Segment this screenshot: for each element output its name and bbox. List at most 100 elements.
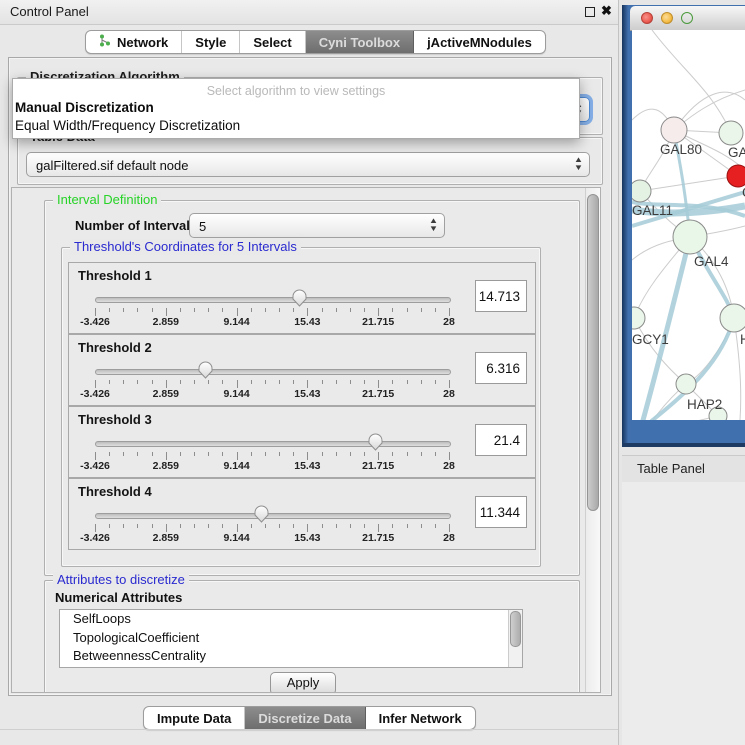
attributes-scroll-thumb[interactable]	[510, 611, 521, 647]
settings-scrollpane: Interval Definition Number of Intervals …	[11, 187, 601, 693]
threshold-value-field[interactable]: 6.316	[475, 352, 527, 384]
tick-label: 15.43	[294, 388, 320, 400]
network-node[interactable]	[632, 180, 651, 202]
attribute-list-item[interactable]: BetweennessCentrality	[60, 647, 522, 666]
tab-select[interactable]: Select	[240, 31, 305, 53]
algorithm-options: Manual DiscretizationEqual Width/Frequen…	[13, 98, 579, 134]
threshold-value-field[interactable]: 21.4	[475, 424, 527, 456]
network-node[interactable]	[719, 121, 743, 145]
tick-label: 21.715	[362, 532, 394, 544]
attributes-group-title: Attributes to discretize	[53, 572, 189, 588]
cyni-toolbox-panel: Discretization Algorithm ▲▼ Table Data g…	[8, 57, 612, 696]
tab-impute-data[interactable]: Impute Data	[144, 707, 245, 729]
network-canvas[interactable]: GAL80GACGAL11GAL4GCY1HHAP2	[632, 30, 745, 420]
network-node[interactable]	[632, 307, 645, 329]
threshold-panel: Threshold 4-3.4262.8599.14415.4321.71528…	[68, 478, 536, 550]
settings-vertical-scrollbar[interactable]	[585, 188, 600, 692]
close-traffic-light[interactable]	[641, 12, 653, 24]
attribute-items: SelfLoopsTopologicalCoefficientBetweenne…	[60, 610, 522, 666]
interval-definition-group: Interval Definition Number of Intervals …	[44, 200, 580, 576]
top-tab-bar: Network Style Select Cyni Toolbox jActiveMNo…	[85, 30, 546, 54]
slider-thumb[interactable]	[367, 433, 384, 451]
network-node[interactable]	[720, 304, 745, 332]
thresholds-group: Threshold's Coordinates for 5 Intervals …	[61, 247, 541, 567]
algorithm-option[interactable]: Manual Discretization	[13, 98, 579, 116]
float-window-icon[interactable]	[585, 7, 595, 17]
minimize-traffic-light[interactable]	[661, 12, 673, 24]
tick-label: 15.43	[294, 316, 320, 328]
settings-scroll-thumb[interactable]	[587, 194, 599, 511]
close-icon[interactable]: ✖	[601, 3, 612, 19]
algorithm-popup-hint: Select algorithm to view settings	[13, 84, 579, 98]
network-node[interactable]	[673, 220, 707, 254]
slider-ticks	[95, 524, 449, 532]
network-node[interactable]	[661, 117, 687, 143]
slider-thumb[interactable]	[253, 505, 270, 523]
network-icon	[99, 34, 111, 50]
slider-track[interactable]	[95, 441, 451, 447]
tab-jactivemnodules[interactable]: jActiveMNodules	[414, 31, 545, 53]
tab-label: jActiveMNodules	[427, 35, 532, 50]
slider-track[interactable]	[95, 513, 451, 519]
network-node-label: GAL4	[694, 254, 729, 269]
algorithm-dropdown-popup: Select algorithm to view settings Manual…	[12, 78, 580, 139]
combo-arrows-icon: ▲▼	[573, 156, 584, 174]
slider-ticks	[95, 380, 449, 388]
tick-label: -3.426	[80, 460, 110, 472]
threshold-label: Threshold 1	[78, 268, 152, 283]
tab-cyni-toolbox[interactable]: Cyni Toolbox	[306, 31, 414, 53]
network-node-label: GAL11	[632, 203, 673, 218]
attribute-list-item[interactable]: TopologicalCoefficient	[60, 629, 522, 648]
slider-tick-labels: -3.4262.8599.14415.4321.71528	[95, 532, 449, 544]
panel-title: Control Panel	[10, 4, 89, 19]
app-root: Control Panel ✖ Network Style Select Cyni T…	[0, 0, 745, 745]
tab-label: Network	[117, 35, 168, 50]
apply-button[interactable]: Apply	[270, 672, 336, 693]
tab-label: Select	[253, 35, 291, 50]
attribute-list-item[interactable]: SelfLoops	[60, 610, 522, 629]
network-window-frame	[622, 5, 628, 447]
network-window-titlebar	[630, 6, 745, 31]
network-node[interactable]	[727, 165, 745, 187]
threshold-value-field[interactable]: 14.713	[475, 280, 527, 312]
tab-label: Infer Network	[379, 711, 462, 726]
attributes-list-scrollbar[interactable]	[508, 610, 522, 667]
slider-thumb[interactable]	[197, 361, 214, 379]
tab-infer-network[interactable]: Infer Network	[366, 707, 475, 729]
tab-network[interactable]: Network	[86, 31, 182, 53]
tick-label: -3.426	[80, 316, 110, 328]
threshold-panel: Threshold 2-3.4262.8599.14415.4321.71528…	[68, 334, 536, 406]
tick-label: 21.715	[362, 388, 394, 400]
threshold-value-field[interactable]: 11.344	[475, 496, 527, 528]
tick-label: 9.144	[223, 388, 249, 400]
network-node[interactable]	[676, 374, 696, 394]
algorithm-option[interactable]: Equal Width/Frequency Discretization	[13, 116, 579, 134]
tab-label: Cyni Toolbox	[319, 35, 400, 50]
table-data-value: galFiltered.sif default node	[36, 158, 188, 173]
slider-tick-labels: -3.4262.8599.14415.4321.71528	[95, 460, 449, 472]
slider-track[interactable]	[95, 297, 451, 303]
table-data-group: Table Data galFiltered.sif default node …	[17, 137, 603, 185]
interval-definition-title: Interval Definition	[53, 192, 161, 208]
tab-style[interactable]: Style	[182, 31, 240, 53]
tick-label: 21.715	[362, 316, 394, 328]
tick-label: 15.43	[294, 532, 320, 544]
tick-label: 2.859	[153, 388, 179, 400]
network-window-frame-bottom	[622, 443, 745, 447]
table-data-combobox[interactable]: galFiltered.sif default node ▲▼	[26, 152, 590, 177]
number-of-intervals-value: 5	[199, 219, 206, 234]
network-node-label: GA	[728, 145, 745, 160]
right-region: GAL80GACGAL11GAL4GCY1HHAP2 Table Panel ⚙…	[619, 0, 745, 745]
slider-thumb[interactable]	[291, 289, 308, 307]
threshold-label: Threshold 2	[78, 340, 152, 355]
tab-discretize-data[interactable]: Discretize Data	[245, 707, 365, 729]
tick-label: 2.859	[153, 532, 179, 544]
tick-label: 21.715	[362, 460, 394, 472]
slider-track[interactable]	[95, 369, 451, 375]
tick-label: 28	[443, 316, 455, 328]
panel-bottom-divider	[0, 729, 618, 730]
zoom-traffic-light[interactable]	[681, 12, 693, 24]
number-of-intervals-combobox[interactable]: 5 ▲▼	[189, 213, 445, 238]
bottom-tab-bar: Impute DataDiscretize Data Infer Network	[143, 706, 476, 730]
network-node-label: GCY1	[632, 332, 669, 347]
